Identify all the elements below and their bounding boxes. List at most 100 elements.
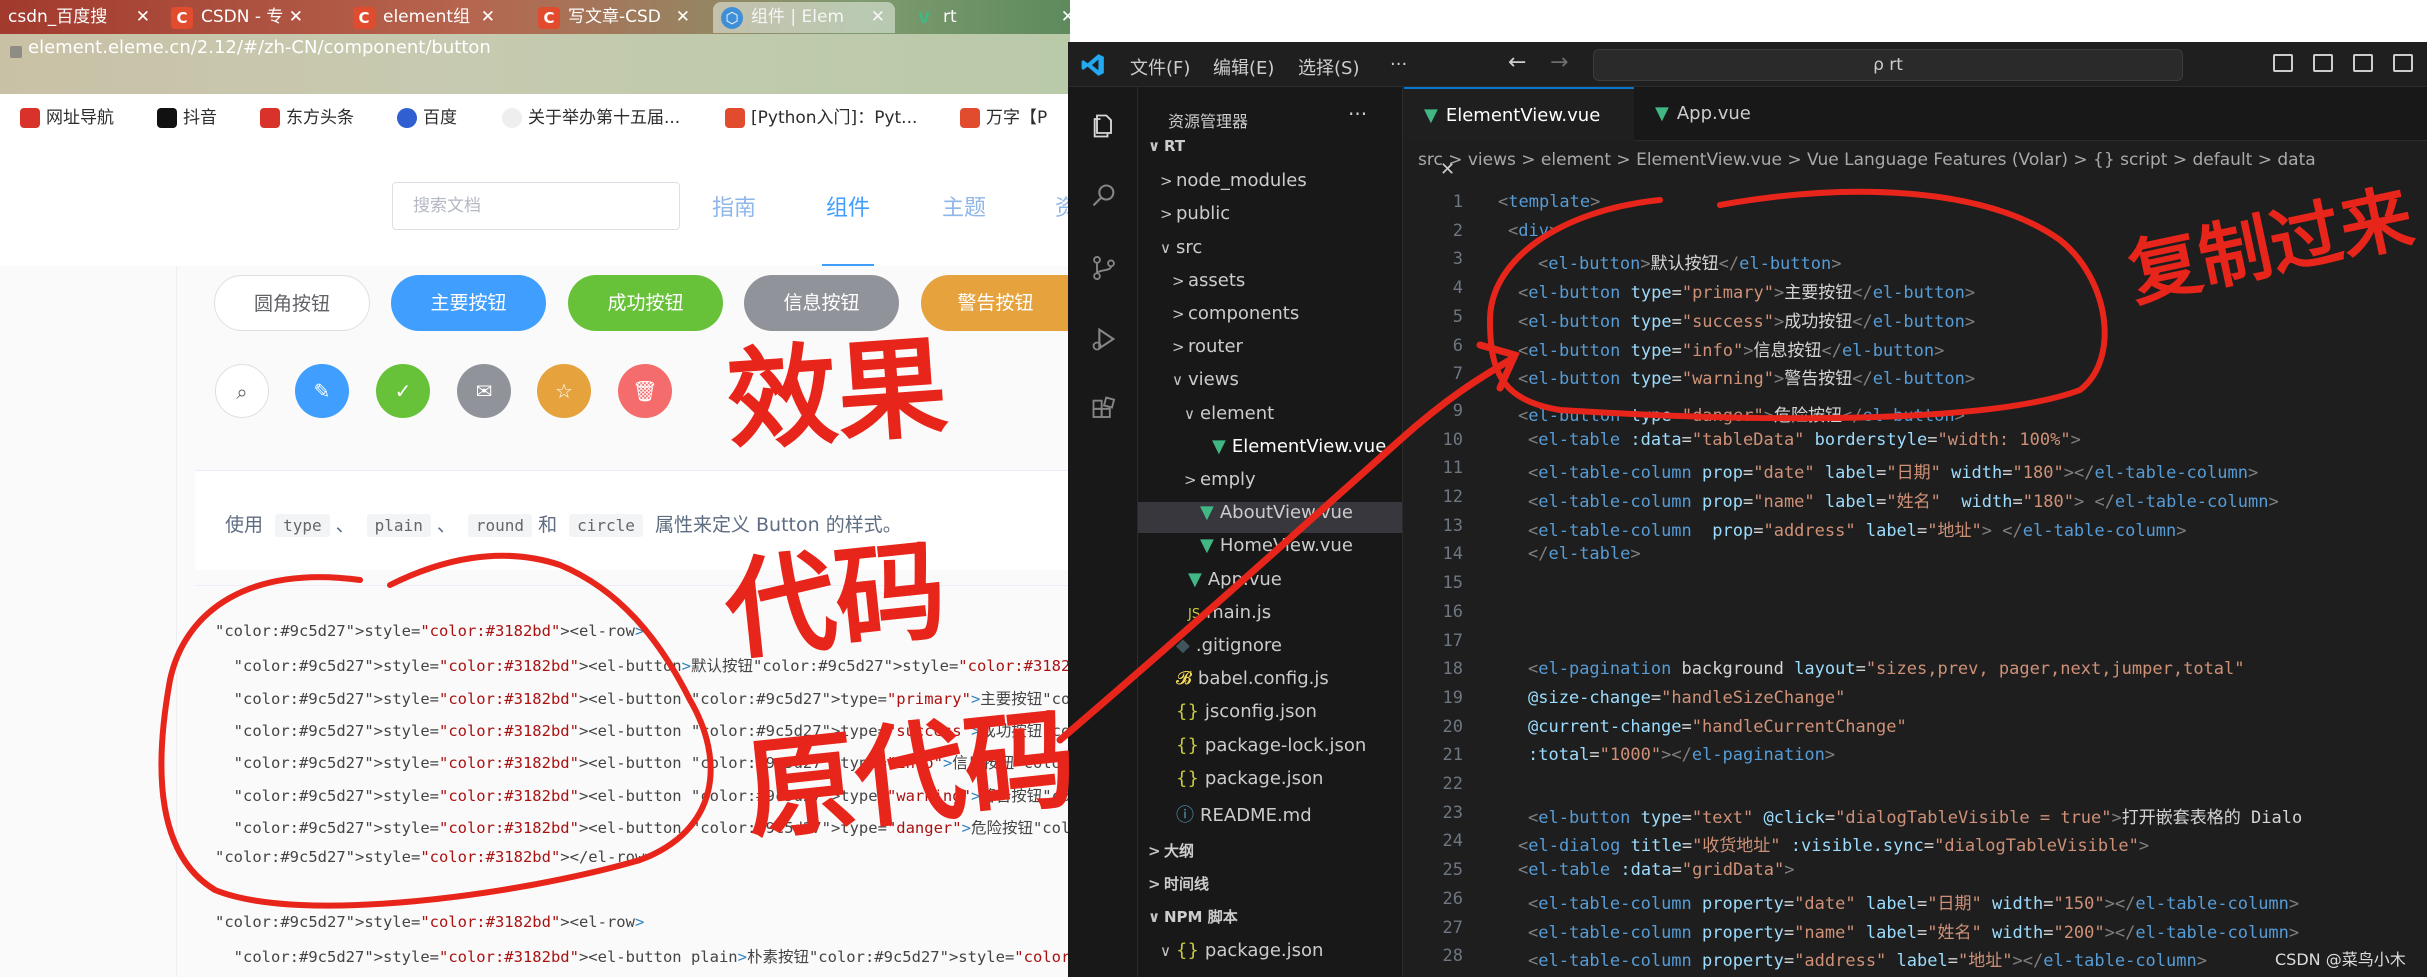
circle-check-button[interactable]: ✓: [376, 364, 430, 418]
bookmark-7[interactable]: 万字【P: [960, 103, 1047, 128]
explorer-more-icon[interactable]: ···: [1348, 102, 1367, 126]
menu-selection[interactable]: 选择(S): [1298, 54, 1359, 80]
close-icon[interactable]: ✕: [136, 2, 150, 33]
bookmark-5[interactable]: 关于举办第十五届...: [502, 103, 680, 128]
tab-elementview[interactable]: ▼ ElementView.vue ✕: [1404, 87, 1634, 180]
sidebar-section[interactable]: > 时间线: [1148, 873, 1209, 894]
url-field[interactable]: element.eleme.cn/2.12/#/zh-CN/component/…: [28, 37, 491, 58]
toggle-panel-icon[interactable]: [2313, 54, 2333, 72]
menu-file[interactable]: 文件(F): [1130, 54, 1190, 80]
source-control-icon[interactable]: [1090, 254, 1118, 282]
search-icon[interactable]: [1090, 182, 1118, 210]
file-tree-item[interactable]: ▼ App.vue: [1172, 569, 1282, 590]
line-number: 3: [1452, 249, 1463, 270]
activity-bar: [1068, 87, 1138, 977]
file-tree-item[interactable]: > router: [1172, 336, 1243, 357]
line-number: 26: [1442, 888, 1463, 909]
close-icon[interactable]: ✕: [481, 2, 495, 33]
bookmark-6[interactable]: [Python入门]：Pyt...: [725, 103, 917, 128]
toggle-secondary-sidebar-icon[interactable]: [2353, 54, 2373, 72]
round-primary-button[interactable]: 主要按钮: [391, 275, 546, 331]
file-tree-item[interactable]: {} package.json: [1160, 768, 1323, 789]
tab-write-article[interactable]: C 写文章-CSD ✕: [530, 2, 700, 33]
close-icon[interactable]: ✕: [676, 2, 690, 33]
tab-app-vue[interactable]: ▼ App.vue: [1635, 87, 1805, 141]
sidebar-section[interactable]: > 大纲: [1148, 840, 1194, 861]
file-tree-item[interactable]: > assets: [1172, 270, 1245, 291]
file-tree-item[interactable]: {} package-lock.json: [1160, 735, 1366, 756]
file-tree-item[interactable]: 𝓑babel.config.js: [1160, 668, 1329, 689]
file-tree-label: emply: [1200, 469, 1256, 490]
command-center-search[interactable]: ρ rt: [1593, 49, 2183, 81]
file-tree-item[interactable]: ▼ AboutView.vue: [1184, 502, 1353, 523]
vue-file-icon: ▼: [1200, 535, 1214, 557]
menu-edit[interactable]: 编辑(E): [1213, 54, 1274, 80]
customize-layout-icon[interactable]: [2393, 54, 2413, 72]
forward-arrow-icon[interactable]: →: [1550, 50, 1568, 75]
circle-edit-button[interactable]: ✎: [295, 364, 349, 418]
file-tree-item[interactable]: ∨ src: [1160, 237, 1202, 258]
chevron-icon: >: [1172, 271, 1185, 290]
file-tree-item[interactable]: > emply: [1184, 469, 1256, 490]
extensions-icon[interactable]: [1090, 396, 1118, 424]
file-tree-item[interactable]: {} jsconfig.json: [1160, 701, 1317, 722]
breadcrumb[interactable]: src > views > element > ElementView.vue …: [1418, 150, 2316, 170]
tab-rt[interactable]: Vrt ✕: [905, 2, 1070, 33]
star-icon: ☆: [555, 379, 573, 403]
tab-element-component[interactable]: ⬡ 组件 | Elem ✕: [713, 2, 895, 33]
bookmark-3[interactable]: 东方头条: [260, 103, 354, 128]
delete-icon: 🗑: [632, 379, 658, 403]
npm-script-label: package.json: [1204, 940, 1324, 961]
circle-message-button[interactable]: ✉: [457, 364, 511, 418]
file-tree-item[interactable]: ∨ views: [1172, 369, 1239, 390]
bookmark-2[interactable]: 抖音: [157, 103, 217, 128]
file-tree-item[interactable]: ∨ RT: [1148, 137, 1185, 155]
file-tree-item[interactable]: > public: [1160, 203, 1230, 224]
code-line: <el-table-column property="date" label="…: [1528, 893, 2300, 914]
chevron-icon: >: [1148, 875, 1161, 893]
file-tree-item[interactable]: ∨ element: [1184, 403, 1274, 424]
close-icon[interactable]: ✕: [289, 2, 303, 33]
file-tree-item[interactable]: JS main.js: [1172, 602, 1271, 623]
file-tree-item[interactable]: ⓘ README.md: [1160, 801, 1312, 827]
search-input[interactable]: 搜索文档: [392, 182, 680, 230]
file-tree-item[interactable]: ▼ ElementView.vue: [1196, 436, 1386, 457]
file-tree-item[interactable]: ◆ .gitignore: [1160, 635, 1282, 656]
bookmark-4[interactable]: 百度: [397, 103, 457, 128]
circle-search-button[interactable]: ⌕: [215, 364, 269, 418]
menu-more[interactable]: ···: [1390, 54, 1407, 75]
code-line: <el-table-column prop="date" label="日期" …: [1528, 463, 2259, 484]
back-arrow-icon[interactable]: ←: [1508, 50, 1526, 75]
sidebar-section[interactable]: ∨ NPM 脚本: [1148, 906, 1238, 927]
vscode-window: 文件(F) 编辑(E) 选择(S) ··· ← → ρ rt 资源管理器 ···…: [1068, 42, 2427, 977]
round-success-button[interactable]: 成功按钮: [568, 275, 723, 331]
tab-element-group[interactable]: Celement组 ✕: [345, 2, 505, 33]
file-tree-label: README.md: [1200, 805, 1312, 826]
nav-guide[interactable]: 指南: [712, 190, 756, 222]
round-warning-button[interactable]: 警告按钮: [921, 275, 1070, 331]
file-tree-label: AboutView.vue: [1219, 502, 1353, 524]
round-default-button[interactable]: 圆角按钮: [214, 275, 370, 331]
circle-star-button[interactable]: ☆: [537, 364, 591, 418]
nav-component[interactable]: 组件: [826, 190, 870, 222]
json-file-icon: {}: [1176, 767, 1199, 789]
chevron-icon: >: [1148, 842, 1161, 860]
explorer-icon[interactable]: [1090, 112, 1118, 140]
file-tree-item[interactable]: > node_modules: [1160, 170, 1307, 191]
bookmark-1[interactable]: 网址导航: [20, 103, 114, 128]
file-tree-label: public: [1176, 203, 1231, 225]
file-tree-item[interactable]: > components: [1172, 303, 1299, 324]
tab-csdn[interactable]: C CSDN - 专 ✕: [163, 2, 313, 33]
code-line: </el-table>: [1528, 544, 1641, 565]
code-tag: round: [467, 514, 533, 537]
file-tree-item[interactable]: ▼ HomeView.vue: [1184, 535, 1353, 556]
nav-theme[interactable]: 主题: [942, 190, 986, 222]
npm-script-item[interactable]: ∨ {} package.json: [1160, 940, 1323, 961]
run-debug-icon[interactable]: [1090, 325, 1118, 353]
circle-delete-button[interactable]: 🗑: [618, 364, 672, 418]
toggle-sidebar-icon[interactable]: [2273, 54, 2293, 72]
close-icon[interactable]: ✕: [1061, 2, 1070, 33]
round-info-button[interactable]: 信息按钮: [744, 275, 899, 331]
tab-baidu[interactable]: csdn_百度搜 ✕: [0, 2, 160, 33]
close-icon[interactable]: ✕: [871, 2, 885, 33]
